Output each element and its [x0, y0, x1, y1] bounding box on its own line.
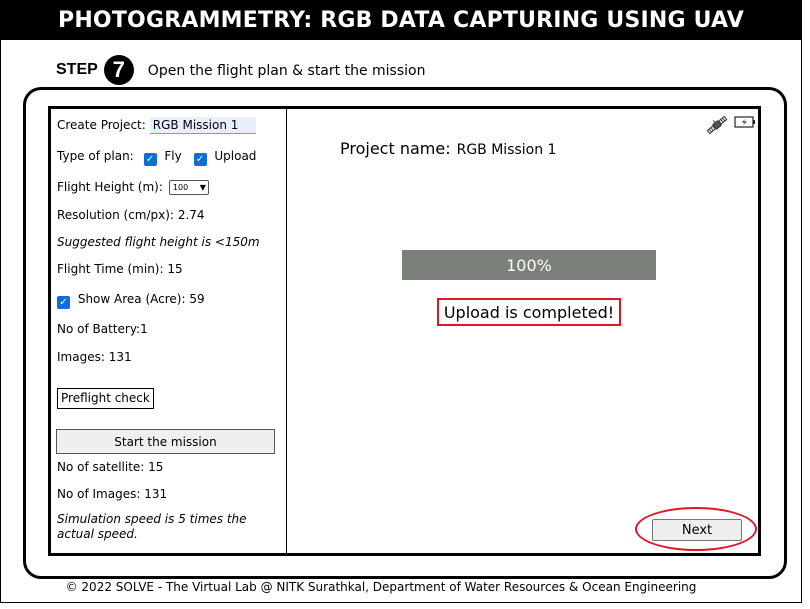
battery-value: 1 [140, 322, 148, 336]
step-label: STEP [56, 61, 98, 78]
show-area-value: 59 [189, 292, 205, 306]
flight-height-suggestion: Suggested flight height is <150m [57, 235, 260, 249]
flight-time-value: 15 [167, 262, 183, 276]
preflight-check-button[interactable]: Preflight check [57, 388, 154, 409]
fly-label: Fly [164, 149, 182, 163]
project-name-display: Project name: RGB Mission 1 [340, 139, 556, 158]
step-number-badge: 7 [103, 55, 134, 85]
flight-height-select[interactable]: 100 ▼ [168, 180, 209, 195]
resolution-value: 2.74 [177, 208, 205, 222]
show-area-row: ✓ Show Area (Acre): 59 [57, 292, 205, 309]
simulation-speed-note: Simulation speed is 5 times the actual s… [57, 512, 247, 541]
battery-icon [734, 116, 755, 128]
no-images-row: No of Images: 131 [57, 487, 167, 501]
type-of-plan-label: Type of plan: [57, 149, 134, 163]
no-images-label: No of Images: [57, 487, 141, 501]
footer-credit: © 2022 SOLVE - The Virtual Lab @ NITK Su… [65, 580, 697, 594]
page-title: PHOTOGRAMMETRY: RGB DATA CAPTURING USING… [1, 0, 801, 40]
resolution-row: Resolution (cm/px): 2.74 [57, 208, 205, 222]
upload-status-message: Upload is completed! [437, 298, 621, 326]
flight-time-row: Flight Time (min): 15 [57, 262, 183, 276]
type-of-plan-row: Type of plan: ✓ Fly ✓ Upload [57, 149, 256, 166]
upload-label: Upload [214, 149, 257, 163]
show-area-label: Show Area (Acre): [77, 292, 186, 306]
mission-settings-panel: Create Project: RGB Mission 1 Type of pla… [51, 109, 287, 553]
show-area-checkbox[interactable]: ✓ [57, 296, 70, 309]
create-project-label: Create Project: [57, 118, 146, 132]
start-mission-button[interactable]: Start the mission [56, 429, 275, 454]
satellite-value: 15 [148, 460, 164, 474]
mission-status-panel: Project name: RGB Mission 1 100% Upload i… [288, 109, 758, 553]
project-name-value: RGB Mission 1 [456, 142, 557, 158]
satellite-row: No of satellite: 15 [57, 460, 163, 474]
fly-checkbox[interactable]: ✓ [143, 153, 157, 166]
progress-percent: 100% [506, 255, 552, 275]
step-header: STEP 7 Open the flight plan & start the … [56, 55, 425, 85]
chevron-down-icon: ▼ [199, 183, 206, 192]
simulation-window: Create Project: RGB Mission 1 Type of pla… [48, 106, 761, 556]
upload-progress-bar: 100% [402, 250, 656, 280]
battery-label: No of Battery: [57, 322, 141, 336]
images-value: 131 [108, 350, 132, 364]
satellite-icon [706, 115, 728, 135]
no-images-value: 131 [144, 487, 168, 501]
create-project-row: Create Project: RGB Mission 1 [57, 117, 256, 134]
project-name-input[interactable]: RGB Mission 1 [149, 117, 256, 134]
resolution-label: Resolution (cm/px): [57, 208, 174, 222]
images-label: Images: [57, 350, 105, 364]
next-button[interactable]: Next [652, 519, 742, 541]
upload-checkbox[interactable]: ✓ [193, 153, 207, 166]
flight-height-label: Flight Height (m): [57, 180, 163, 194]
battery-row: No of Battery:1 [57, 322, 148, 336]
images-row: Images: 131 [57, 350, 132, 364]
flight-height-row: Flight Height (m): 100 ▼ [57, 180, 209, 195]
flight-time-label: Flight Time (min): [57, 262, 164, 276]
project-name-label: Project name: [340, 139, 451, 158]
satellite-label: No of satellite: [57, 460, 145, 474]
step-instruction: Open the flight plan & start the mission [147, 63, 426, 79]
